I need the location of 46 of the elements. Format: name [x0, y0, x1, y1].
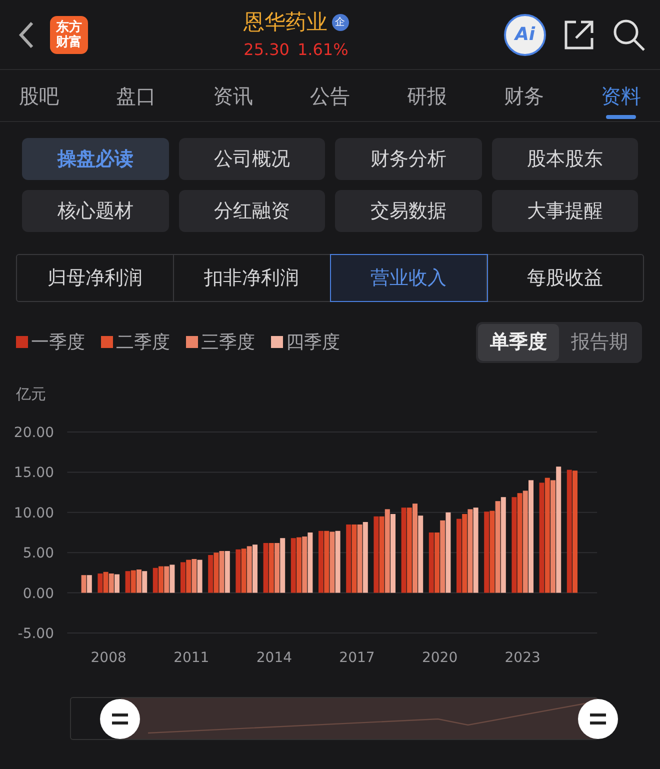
nav-tab[interactable]: 股吧	[10, 73, 68, 121]
stock-price: 25.30	[244, 39, 290, 62]
app-logo: 东方财富	[50, 16, 88, 54]
metric-tab[interactable]: 归母净利润	[17, 255, 174, 301]
nav-tab[interactable]: 资料	[592, 73, 650, 121]
x-tick-label: 2011	[174, 650, 210, 666]
enterprise-badge: 企	[332, 14, 348, 31]
y-tick-label: -5.00	[18, 626, 54, 642]
x-tick-label: 2020	[422, 650, 458, 666]
range-navigator[interactable]	[70, 696, 618, 740]
legend-item: 二季度	[101, 328, 170, 356]
x-tick-label: 2008	[90, 650, 126, 666]
stock-name: 恩华药业	[244, 8, 328, 36]
price-change: 1.61%	[297, 39, 348, 62]
period-option[interactable]: 报告期	[559, 324, 640, 360]
y-tick-label: 10.00	[14, 504, 54, 521]
x-tick-label: 2017	[339, 650, 375, 666]
metric-tab[interactable]: 营业收入	[330, 255, 488, 301]
legend-item: 一季度	[16, 328, 85, 356]
x-tick-label: 2023	[504, 650, 540, 666]
legend-item: 三季度	[186, 328, 255, 356]
period-option[interactable]: 单季度	[478, 324, 559, 360]
y-axis-unit: 亿元	[16, 384, 46, 402]
y-tick-label: 5.00	[22, 545, 54, 562]
metric-tab[interactable]: 每股收益	[487, 255, 643, 301]
y-tick-label: 0.00	[22, 585, 54, 602]
nav-tab[interactable]: 盘口	[107, 73, 165, 121]
section-button[interactable]: 股本股东	[492, 138, 638, 180]
nav-tab[interactable]: 公告	[301, 73, 359, 121]
legend-item: 四季度	[271, 328, 340, 356]
y-tick-label: 15.00	[14, 464, 54, 481]
nav-tab[interactable]: 研报	[398, 73, 456, 121]
search-icon[interactable]	[612, 18, 646, 52]
section-button[interactable]: 分红融资	[178, 190, 325, 232]
section-button[interactable]: 公司概况	[178, 138, 325, 180]
x-tick-label: 2014	[256, 650, 292, 666]
section-button[interactable]: 财务分析	[335, 138, 482, 180]
nav-tab[interactable]: 资讯	[204, 73, 262, 121]
range-start-handle[interactable]	[100, 698, 140, 738]
section-button[interactable]: 交易数据	[335, 190, 482, 232]
section-button[interactable]: 核心题材	[22, 190, 168, 232]
section-button[interactable]: 操盘必读	[22, 138, 168, 180]
section-button[interactable]: 大事提醒	[492, 190, 638, 232]
back-icon[interactable]	[18, 20, 34, 48]
y-tick-label: 20.00	[14, 424, 54, 440]
nav-tab[interactable]: 财务	[495, 73, 553, 121]
